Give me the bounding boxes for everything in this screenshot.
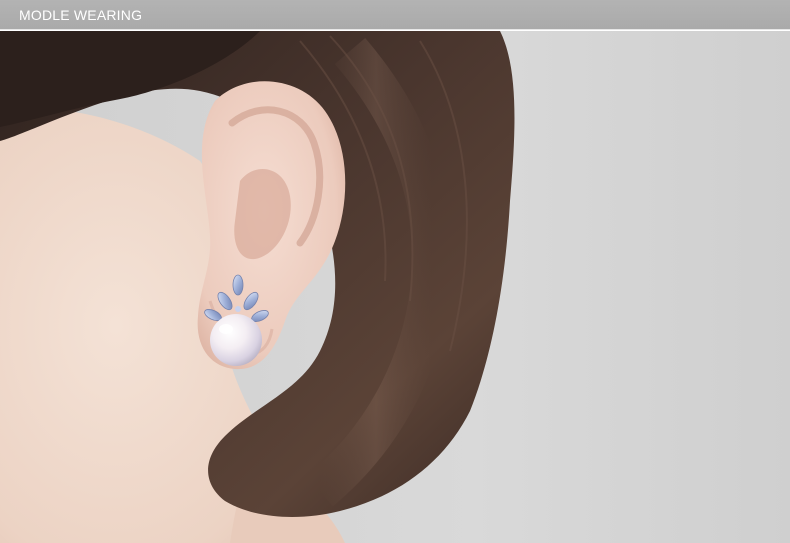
earring-pearl: [210, 314, 262, 366]
section-header: MODLE WEARING: [0, 0, 790, 30]
model-ear-illustration: [0, 31, 790, 543]
section-title: MODLE WEARING: [19, 7, 143, 23]
model-photo: [0, 31, 790, 543]
